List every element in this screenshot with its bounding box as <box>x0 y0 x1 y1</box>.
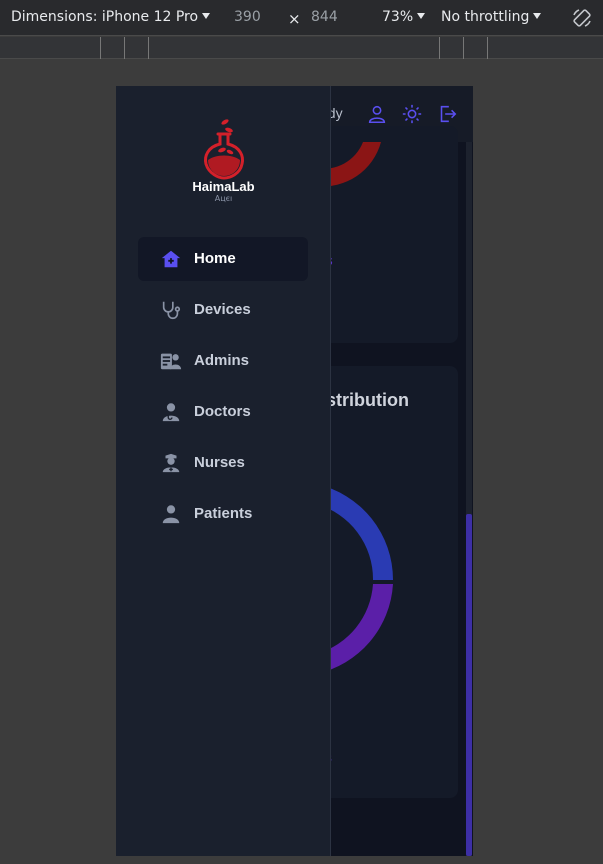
device-viewport: gdy rs s stribution ts <box>116 86 473 856</box>
sidebar: HaimaLab Aцєı Home Devices Admins Doctor… <box>116 86 331 856</box>
chevron-down-icon <box>533 13 542 19</box>
throttling-label: No throttling <box>441 9 530 25</box>
doctor-icon <box>162 403 180 422</box>
sidebar-item-doctors[interactable]: Doctors <box>138 390 308 434</box>
patient-icon <box>162 505 180 524</box>
times-separator: × <box>288 10 301 28</box>
chevron-down-icon <box>417 13 426 19</box>
stethoscope-icon <box>162 301 181 320</box>
zoom-dropdown[interactable]: 73% <box>382 9 426 25</box>
admin-id-icon <box>160 353 182 370</box>
sidebar-item-admins[interactable]: Admins <box>138 339 308 383</box>
sidebar-item-label: Nurses <box>194 454 245 471</box>
sidebar-item-devices[interactable]: Devices <box>138 288 308 332</box>
rotate-device-icon[interactable] <box>570 6 594 30</box>
sidebar-item-patients[interactable]: Patients <box>138 492 308 536</box>
sidebar-item-label: Doctors <box>194 403 251 420</box>
chevron-down-icon <box>202 13 211 19</box>
zoom-label: 73% <box>382 9 414 25</box>
devtools-toolbar: Dimensions: iPhone 12 Pro 390 × 844 73% … <box>0 0 603 36</box>
sidebar-item-label: Admins <box>194 352 250 369</box>
brand-name: HaimaLab <box>192 179 255 194</box>
haimalab-logo <box>204 119 244 180</box>
scrollbar-thumb[interactable] <box>466 514 472 856</box>
nurse-icon <box>162 453 180 473</box>
home-icon <box>161 250 181 268</box>
width-input[interactable]: 390 <box>234 9 261 25</box>
sidebar-item-label: Patients <box>194 505 253 522</box>
sidebar-item-nurses[interactable]: Nurses <box>138 441 308 485</box>
brand-subtitle: Aцєı <box>214 194 233 203</box>
sidebar-item-label: Devices <box>194 301 251 318</box>
media-query-ruler <box>0 37 603 59</box>
throttling-dropdown[interactable]: No throttling <box>441 9 542 25</box>
sidebar-item-home[interactable]: Home <box>138 237 308 281</box>
device-dimensions-dropdown[interactable]: Dimensions: iPhone 12 Pro <box>11 9 211 25</box>
sidebar-nav: Home Devices Admins Doctors Nurses Patie… <box>138 237 308 543</box>
device-dimensions-label: Dimensions: iPhone 12 Pro <box>11 9 199 25</box>
card-title: stribution <box>326 390 409 410</box>
sidebar-item-label: Home <box>194 250 236 267</box>
height-input[interactable]: 844 <box>311 9 338 25</box>
